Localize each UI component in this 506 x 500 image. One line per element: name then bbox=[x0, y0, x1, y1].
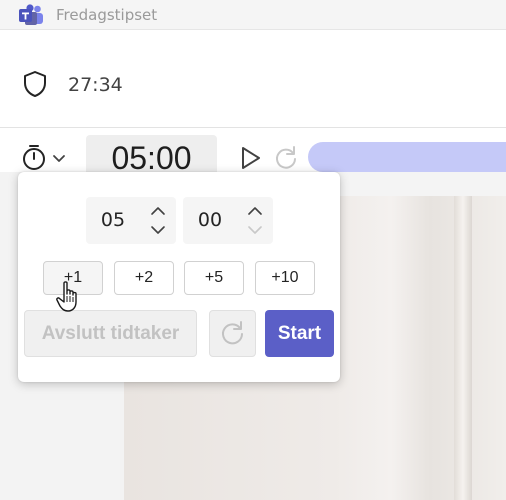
play-icon[interactable] bbox=[236, 144, 264, 172]
chevron-up-icon[interactable] bbox=[146, 202, 170, 220]
meeting-duration: 27:34 bbox=[68, 74, 123, 96]
timer-toolbar: 05:00 bbox=[0, 128, 506, 181]
shield-icon bbox=[24, 71, 46, 97]
chevron-down-icon[interactable] bbox=[146, 221, 170, 239]
seconds-value[interactable]: 00 bbox=[183, 197, 237, 244]
add-10-minutes-button[interactable]: +10 bbox=[255, 261, 315, 295]
timer-settings-popup: 05 00 +1 +2 +5 +10 Avslutt tidtaker Star… bbox=[18, 172, 340, 382]
title-bar: Fredagstipset bbox=[0, 0, 506, 30]
reset-timer-button[interactable] bbox=[209, 310, 256, 357]
add-2-minutes-button[interactable]: +2 bbox=[114, 261, 174, 295]
chevron-down-icon bbox=[53, 155, 65, 162]
chevron-up-icon[interactable] bbox=[243, 202, 267, 220]
teams-logo-icon bbox=[19, 4, 43, 25]
video-background-detail bbox=[454, 196, 472, 500]
minutes-spinner[interactable]: 05 bbox=[86, 197, 176, 244]
window-title: Fredagstipset bbox=[56, 6, 158, 24]
start-timer-button[interactable]: Start bbox=[265, 310, 334, 357]
timer-progress-bar bbox=[308, 142, 506, 172]
timer-menu-button[interactable] bbox=[20, 144, 70, 172]
hand-pointer-icon bbox=[56, 281, 77, 312]
seconds-spinner[interactable]: 00 bbox=[183, 197, 273, 244]
refresh-icon bbox=[222, 321, 243, 345]
end-timer-button[interactable]: Avslutt tidtaker bbox=[24, 310, 197, 357]
refresh-icon[interactable] bbox=[272, 144, 300, 172]
minutes-value[interactable]: 05 bbox=[86, 197, 140, 244]
chevron-down-icon[interactable] bbox=[243, 221, 267, 239]
stopwatch-icon bbox=[23, 145, 45, 170]
meeting-info-bar: 27:34 bbox=[0, 30, 506, 128]
add-5-minutes-button[interactable]: +5 bbox=[184, 261, 244, 295]
